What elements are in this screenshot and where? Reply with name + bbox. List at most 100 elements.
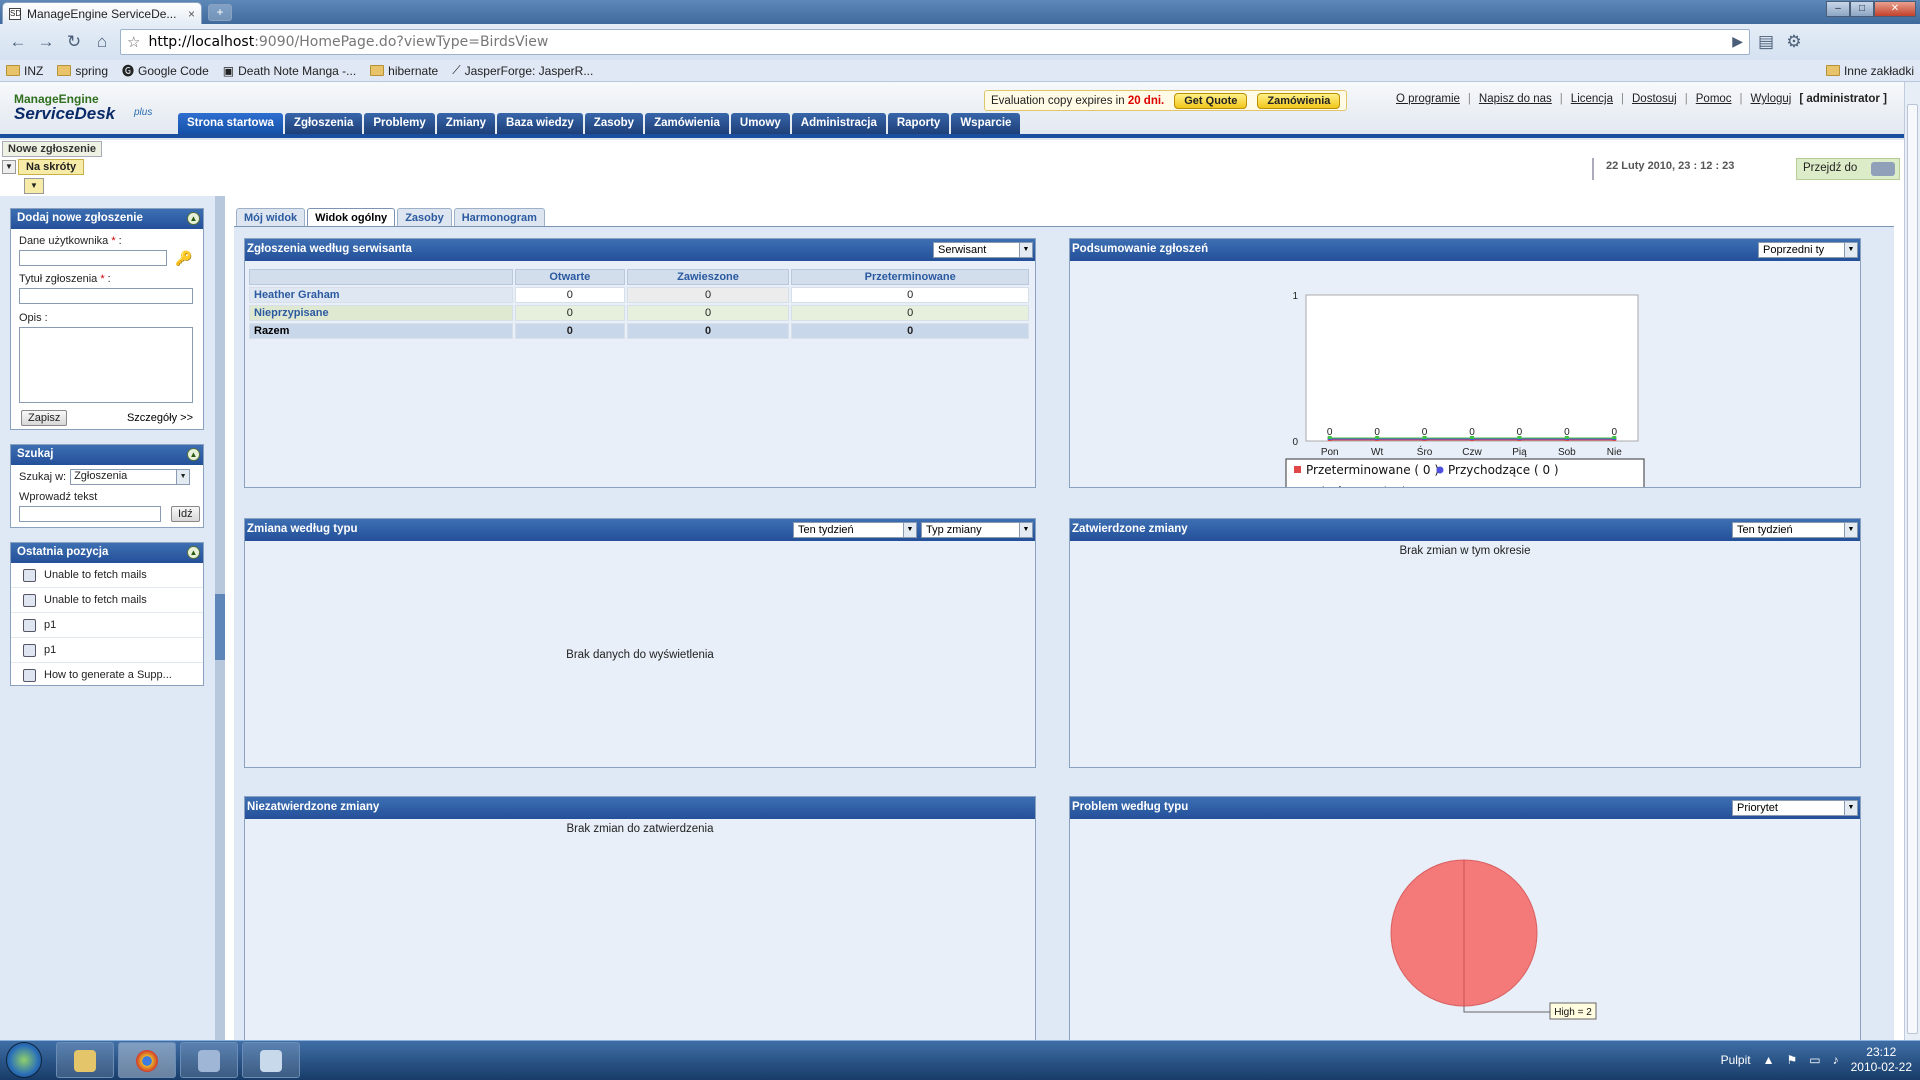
license-link[interactable]: Licencja (1571, 93, 1613, 105)
save-button[interactable]: Zapisz (21, 410, 68, 426)
taskbar-explorer[interactable] (56, 1042, 114, 1078)
technician-name[interactable]: Heather Graham (249, 287, 513, 303)
collapse-sidebar-handle[interactable] (215, 594, 225, 660)
description-textarea[interactable] (19, 327, 193, 403)
period-select[interactable]: Poprzedni ty ▼ (1758, 242, 1858, 258)
recent-item[interactable]: p1 (11, 613, 203, 638)
week-select[interactable]: Ten tydzień ▼ (793, 522, 917, 538)
technician-name[interactable]: Nieprzypisane (249, 305, 513, 321)
table-header[interactable]: Otwarte (515, 269, 625, 285)
nav-tab-requests[interactable]: Zgłoszenia (284, 113, 363, 134)
close-window-button[interactable]: ✕ (1874, 1, 1916, 17)
table-cell[interactable]: 0 (791, 287, 1029, 303)
search-go-button[interactable]: Idź (171, 506, 200, 522)
sidebar-splitter[interactable] (215, 196, 225, 1040)
wrench-menu-icon[interactable]: ⚙ (1782, 30, 1806, 54)
desktop-toolbar[interactable]: Pulpit (1721, 1053, 1751, 1067)
change-type-select[interactable]: Typ zmiany ▼ (921, 522, 1033, 538)
shortcuts-label[interactable]: Na skróty (18, 159, 85, 175)
other-bookmarks[interactable]: Inne zakładki (1825, 64, 1914, 78)
tab-overview[interactable]: Widok ogólny (307, 208, 396, 227)
table-cell[interactable]: 0 (626, 287, 790, 303)
collapse-icon[interactable]: ▲ (187, 212, 200, 225)
network-icon[interactable]: ▭ (1809, 1053, 1820, 1067)
page-scrollbar[interactable] (1904, 82, 1920, 1040)
priority-select[interactable]: Priorytet ▼ (1732, 800, 1858, 816)
bookmark-google-code[interactable]: 🅖 Google Code (122, 62, 209, 79)
chevron-down-icon[interactable]: ▼ (2, 160, 16, 174)
minimize-button[interactable]: – (1826, 1, 1850, 17)
nav-tab-problems[interactable]: Problemy (364, 113, 435, 134)
goto-box[interactable]: Przejdź do (1796, 158, 1900, 180)
search-text-input[interactable] (19, 506, 161, 522)
clock[interactable]: 23:12 2010-02-22 (1851, 1045, 1912, 1075)
bookmark-hibernate[interactable]: hibernate (370, 64, 438, 78)
new-request-button[interactable]: Nowe zgłoszenie (2, 141, 103, 157)
requester-input[interactable] (19, 250, 167, 266)
recent-item[interactable]: How to generate a Supp... (11, 663, 203, 688)
tab-schedule[interactable]: Harmonogram (453, 208, 545, 227)
browser-tab[interactable]: SD ManageEngine ServiceDe... × (2, 2, 202, 24)
forward-icon[interactable]: → (34, 30, 58, 54)
nav-tab-purchase[interactable]: Zamówienia (645, 113, 729, 134)
recent-item[interactable]: Unable to fetch mails (11, 563, 203, 588)
taskbar-chrome[interactable] (118, 1042, 176, 1078)
table-cell[interactable]: 0 (626, 305, 790, 321)
subject-input[interactable] (19, 288, 193, 304)
nav-tab-home[interactable]: Strona startowa (178, 113, 283, 134)
logout-link[interactable]: Wyloguj (1751, 93, 1792, 105)
bookmark-star-icon[interactable]: ☆ (127, 33, 140, 51)
tray-expand-icon[interactable]: ▲ (1763, 1053, 1775, 1067)
nav-tab-reports[interactable]: Raporty (887, 113, 950, 134)
reload-icon[interactable]: ↻ (62, 30, 86, 54)
search-in-select[interactable]: Zgłoszenia ▼ (70, 469, 191, 485)
nav-tab-changes[interactable]: Zmiany (436, 113, 496, 134)
shortcuts-menu[interactable]: ▼ Na skróty (2, 159, 85, 175)
collapse-icon[interactable]: ▲ (187, 546, 200, 559)
contact-link[interactable]: Napisz do nas (1479, 93, 1552, 105)
week-select[interactable]: Ten tydzień ▼ (1732, 522, 1858, 538)
tab-assets[interactable]: Zasoby (397, 208, 452, 227)
customize-link[interactable]: Dostosuj (1632, 93, 1677, 105)
nav-tab-assets[interactable]: Zasoby (584, 113, 644, 134)
recent-item[interactable]: p1 (11, 638, 203, 663)
start-button[interactable] (6, 1042, 42, 1078)
bookmark-death-note[interactable]: ▣ Death Note Manga -... (223, 64, 356, 78)
expand-chevron-icon[interactable]: ▼ (24, 178, 44, 194)
page-menu-icon[interactable]: ▤ (1754, 30, 1778, 54)
nav-tab-contracts[interactable]: Umowy (730, 113, 790, 134)
goto-icon[interactable] (1871, 162, 1895, 176)
orders-button[interactable]: Zamówienia (1257, 92, 1341, 109)
address-bar[interactable]: ☆ http://localhost :9090/HomePage.do?vie… (120, 29, 1750, 55)
table-cell[interactable]: 0 (791, 305, 1029, 321)
maximize-button[interactable]: □ (1850, 1, 1874, 17)
servicedesk-logo[interactable]: ManageEngine ServiceDesk plus (14, 92, 152, 122)
tab-my-view[interactable]: Mój widok (236, 208, 306, 227)
get-quote-button[interactable]: Get Quote (1174, 92, 1248, 109)
action-center-icon[interactable]: ⚑ (1787, 1053, 1798, 1067)
new-tab-button[interactable]: + (208, 4, 232, 21)
close-tab-icon[interactable]: × (188, 7, 195, 21)
recent-item[interactable]: Unable to fetch mails (11, 588, 203, 613)
help-link[interactable]: Pomoc (1696, 93, 1732, 105)
table-cell[interactable]: 0 (515, 305, 625, 321)
details-link[interactable]: Szczegóły >> (127, 412, 193, 424)
table-header[interactable]: Przeterminowane (791, 269, 1029, 285)
about-link[interactable]: O programie (1396, 93, 1460, 105)
nav-tab-knowledge-base[interactable]: Baza wiedzy (497, 113, 583, 134)
collapse-icon[interactable]: ▲ (187, 448, 200, 461)
back-icon[interactable]: ← (6, 30, 30, 54)
nav-tab-admin[interactable]: Administracja (791, 113, 886, 134)
bookmark-inz[interactable]: INZ (6, 64, 43, 78)
go-arrow-icon[interactable]: ▶ (1732, 34, 1743, 50)
bookmark-jasperforge[interactable]: ⟋ JasperForge: JasperR... (452, 63, 593, 78)
scrollbar-thumb[interactable] (1907, 104, 1918, 1034)
taskbar-paint[interactable] (242, 1042, 300, 1078)
nav-tab-support[interactable]: Wsparcie (951, 113, 1021, 134)
table-cell[interactable]: 0 (515, 287, 625, 303)
technician-select[interactable]: Serwisant ▼ (933, 242, 1033, 258)
table-header[interactable]: Zawieszone (626, 269, 790, 285)
taskbar-app[interactable] (180, 1042, 238, 1078)
volume-icon[interactable]: ♪ (1833, 1053, 1839, 1067)
home-icon[interactable]: ⌂ (90, 30, 114, 54)
